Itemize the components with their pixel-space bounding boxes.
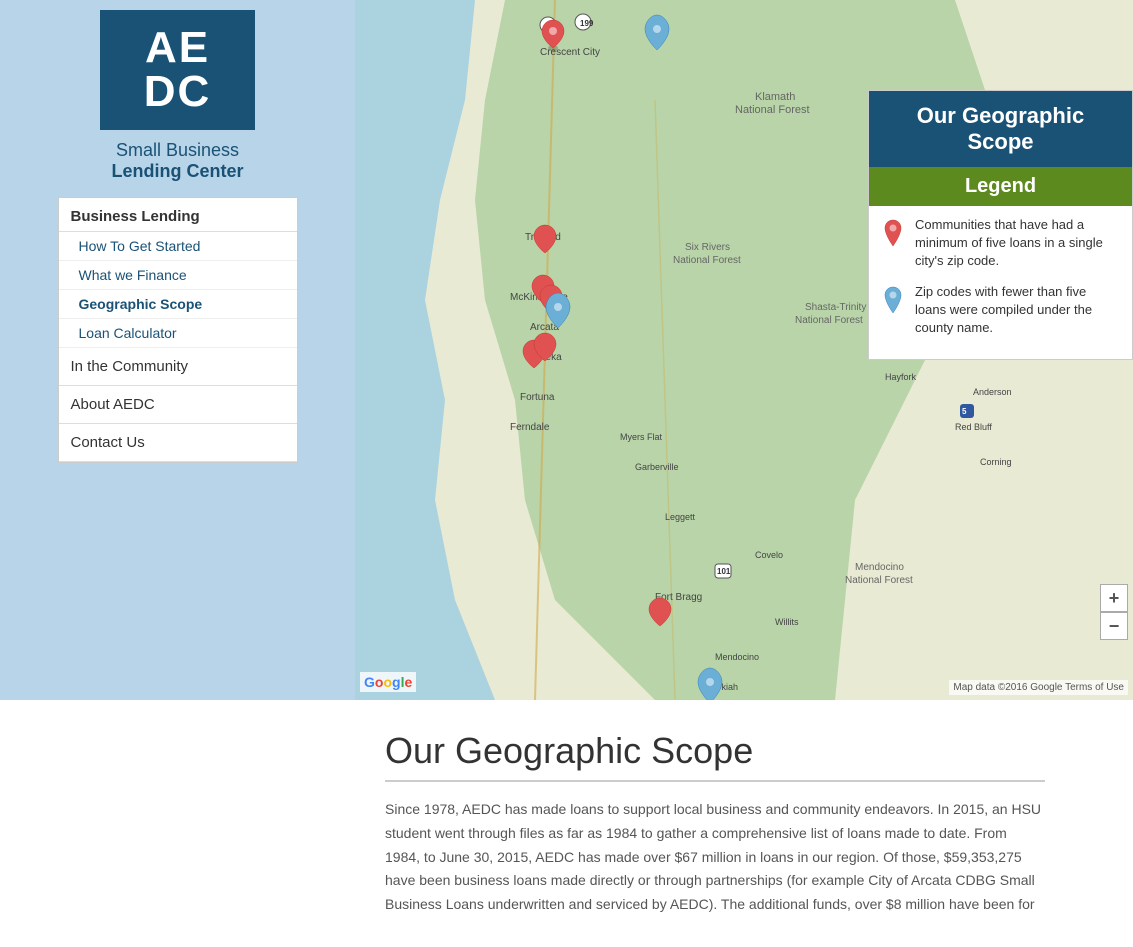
bottom-section: Our Geographic Scope Since 1978, AEDC ha… [0, 700, 1133, 947]
sidebar: AE DC Small Business Lending Center Busi… [0, 0, 355, 700]
svg-text:5: 5 [962, 407, 967, 416]
map-container[interactable]: Crescent City Trinidad McKinleyville Arc… [355, 0, 1133, 700]
nav-how-to-get-started[interactable]: How To Get Started [59, 232, 297, 261]
content-divider [385, 780, 1045, 782]
map-controls: + − [1100, 584, 1128, 640]
nav-container: Business Lending How To Get Started What… [58, 197, 298, 463]
svg-text:Klamath: Klamath [755, 91, 795, 103]
legend-pin-blue [881, 283, 905, 313]
legend-subtitle-bar: Legend [869, 167, 1132, 206]
legend-pin-red [881, 216, 905, 246]
svg-text:Shasta-Trinity: Shasta-Trinity [805, 302, 866, 313]
svg-text:Mendocino: Mendocino [855, 562, 904, 573]
svg-text:Hayfork: Hayfork [885, 372, 917, 382]
logo-letters: AE DC [144, 26, 212, 114]
svg-text:Corning: Corning [980, 457, 1012, 467]
nav-geographic-scope[interactable]: Geographic Scope [59, 290, 297, 319]
svg-text:Fortuna: Fortuna [520, 392, 555, 403]
svg-text:Red Bluff: Red Bluff [955, 422, 992, 432]
legend-overlay: Our Geographic Scope Legend Communities … [868, 90, 1133, 360]
svg-text:National Forest: National Forest [845, 575, 913, 586]
nav-loan-calculator[interactable]: Loan Calculator [59, 319, 297, 348]
legend-item-blue: Zip codes with fewer than five loans wer… [881, 283, 1120, 338]
legend-item-red: Communities that have had a minimum of f… [881, 216, 1120, 271]
svg-text:Ferndale: Ferndale [510, 422, 550, 433]
nav-contact-us[interactable]: Contact Us [59, 424, 297, 462]
svg-text:Six Rivers: Six Rivers [685, 242, 730, 253]
nav-section-title: Business Lending [59, 198, 297, 232]
logo-box: AE DC [100, 10, 255, 130]
nav-about-aedc[interactable]: About AEDC [59, 386, 297, 424]
svg-text:Leggett: Leggett [665, 512, 696, 522]
nav-in-the-community[interactable]: In the Community [59, 348, 297, 386]
svg-text:199: 199 [580, 19, 594, 28]
nav-what-we-finance[interactable]: What we Finance [59, 261, 297, 290]
org-name: Small Business Lending Center [111, 140, 243, 182]
svg-text:101: 101 [717, 567, 731, 576]
legend-text-blue: Zip codes with fewer than five loans wer… [915, 283, 1120, 338]
content-text: Since 1978, AEDC has made loans to suppo… [385, 798, 1045, 917]
org-line2: Lending Center [111, 161, 243, 182]
svg-text:National Forest: National Forest [795, 315, 863, 326]
legend-body: Communities that have had a minimum of f… [869, 206, 1132, 359]
zoom-out-button[interactable]: − [1100, 612, 1128, 640]
svg-text:Willits: Willits [775, 617, 799, 627]
svg-text:Myers Flat: Myers Flat [620, 432, 663, 442]
svg-text:Covelo: Covelo [755, 550, 783, 560]
content-title: Our Geographic Scope [385, 730, 1083, 772]
map-attribution: Map data ©2016 Google Terms of Use [949, 680, 1128, 695]
svg-text:National Forest: National Forest [735, 104, 810, 116]
zoom-in-button[interactable]: + [1100, 584, 1128, 612]
legend-text-red: Communities that have had a minimum of f… [915, 216, 1120, 271]
legend-title-bar: Our Geographic Scope [869, 91, 1132, 167]
svg-text:Anderson: Anderson [973, 387, 1012, 397]
google-logo: Google [360, 672, 416, 692]
svg-text:National Forest: National Forest [673, 255, 741, 266]
svg-text:Garberville: Garberville [635, 462, 679, 472]
svg-text:Mendocino: Mendocino [715, 652, 759, 662]
org-line1: Small Business [111, 140, 243, 161]
